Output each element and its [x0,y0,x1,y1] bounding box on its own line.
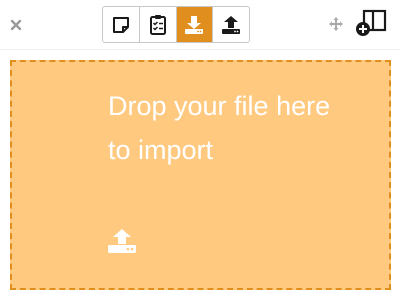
close-button[interactable] [8,16,24,34]
dropzone-message: Drop your file here to import [108,91,331,165]
mode-checklist-button[interactable] [140,7,177,42]
mode-toggle-group [102,6,250,43]
upload-icon [222,15,241,34]
mode-note-button[interactable] [103,7,140,42]
checklist-icon [149,14,166,35]
download-icon [185,15,204,34]
mode-download-button[interactable] [176,7,214,42]
upload-icon [108,229,136,253]
move-handle[interactable] [327,15,345,33]
add-panel-button[interactable] [355,9,387,37]
import-panel: Drop your file here to import [0,0,400,298]
panel-toolbar [0,0,400,50]
file-dropzone[interactable]: Drop your file here to import [10,60,391,290]
sticky-note-icon [112,16,129,33]
close-icon [10,19,22,31]
move-icon [329,17,343,31]
add-panel-icon [356,9,387,36]
mode-upload-button[interactable] [213,7,249,42]
